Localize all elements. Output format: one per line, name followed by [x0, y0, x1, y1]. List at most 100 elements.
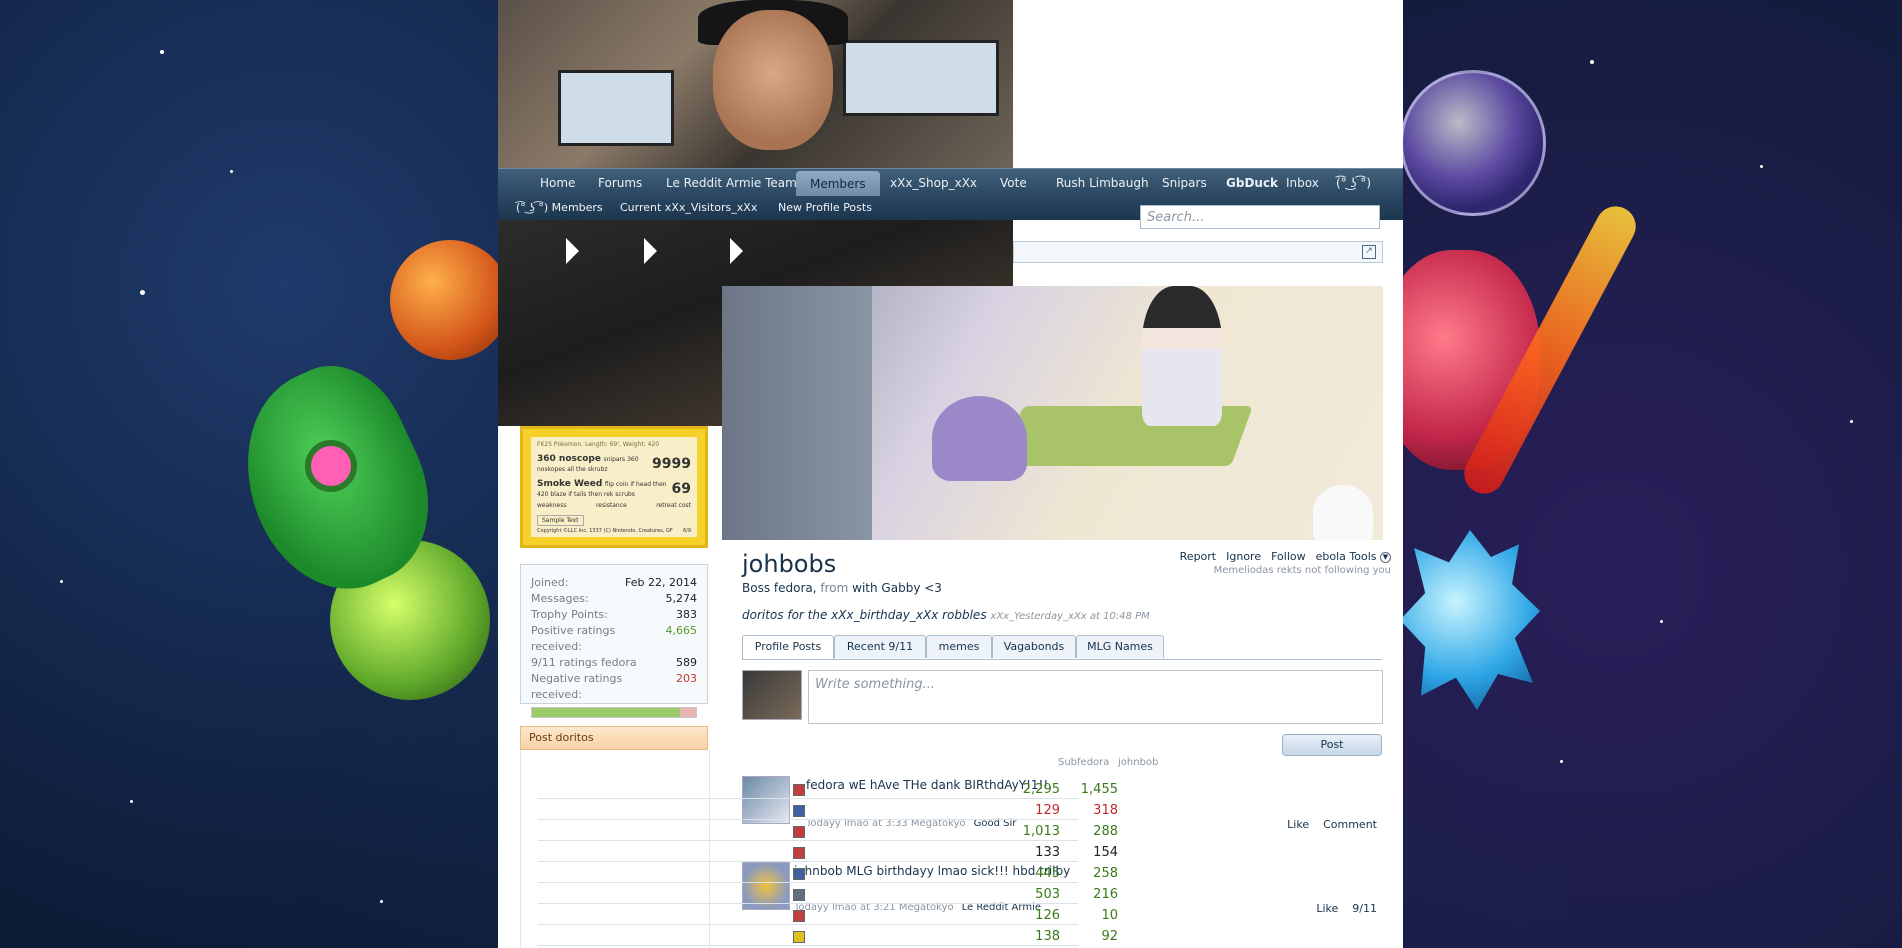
stat-row: Joined: Feb 22, 2014	[531, 575, 697, 591]
write-something-input[interactable]: Write something...	[808, 670, 1383, 724]
overlay-row-line	[538, 819, 1078, 820]
tab-recent-911[interactable]: Recent 9/11	[834, 635, 926, 658]
rating-bar-fill	[532, 708, 680, 717]
tools-menu[interactable]: ebola Tools ▼	[1316, 550, 1391, 563]
post-author[interactable]: fedora	[806, 778, 845, 792]
member-stats: Joined: Feb 22, 2014 Messages: 5,274 Troph…	[520, 564, 708, 718]
nav-home[interactable]: Home	[540, 169, 575, 197]
monitor	[558, 70, 674, 146]
star	[160, 50, 164, 54]
nav-shop[interactable]: xXx_Shop_xXx	[890, 169, 977, 197]
overlay-value-b: 216	[1093, 887, 1118, 902]
profile-title: Boss fedora	[742, 581, 813, 595]
subnav-members[interactable]: (͡° ͜ʖ ͡°) Members	[516, 196, 603, 220]
card-attack-row: Smoke Weed flip coin if head then 420 bl…	[537, 479, 691, 498]
stat-value[interactable]: 5,274	[666, 591, 698, 607]
mini-avatar[interactable]	[793, 910, 805, 922]
star	[230, 170, 233, 173]
status-time[interactable]: xXx_Yesterday_xXx at 10:48 PM	[990, 611, 1149, 622]
stat-label: Negative ratings received:	[531, 672, 623, 701]
person-face	[713, 10, 833, 150]
compose-box: Write something...	[742, 670, 1383, 724]
search-input[interactable]: Search...	[1140, 205, 1380, 229]
card-attack-name: 360 noscope	[537, 454, 601, 464]
site-container: Home Forums Le Reddit Armie Team Members…	[498, 0, 1403, 948]
info-strip: ↗	[1013, 241, 1383, 263]
overlay-value-b: 1,455	[1080, 782, 1118, 797]
stat-value[interactable]: 383	[676, 607, 697, 623]
overlay-row-line	[538, 882, 1078, 883]
card-copyright: Copyright ©LLC Inc. 1337 (C) Nintendo, C…	[537, 528, 673, 534]
expand-icon[interactable]: ↗	[1362, 245, 1376, 259]
sidebar-body	[520, 750, 710, 948]
tab-vagabonds[interactable]: Vagabonds	[992, 635, 1076, 658]
comment-button[interactable]: Comment	[1323, 818, 1377, 831]
follow-link[interactable]: Follow	[1271, 550, 1306, 563]
card-weakness: weakness	[537, 502, 567, 509]
overlay-row-line	[538, 798, 1078, 799]
mini-avatar[interactable]	[793, 784, 805, 796]
overlay-value-a: 503	[1035, 887, 1060, 902]
profile-post: johnbob MLG birthdayy lmao sick!!! hbd t…	[742, 862, 1383, 922]
stat-value: 589	[676, 656, 697, 669]
profile-status: doritos for the xXx_birthday_xXx robbles…	[742, 608, 1150, 622]
911-button[interactable]: 9/11	[1352, 902, 1377, 915]
avatar[interactable]	[742, 776, 790, 824]
overlay-value-a: 1,013	[1022, 824, 1060, 839]
star	[1560, 760, 1563, 763]
tab-memes[interactable]: memes	[926, 635, 992, 658]
profile-post: fedora wE hAve THe dank BIRthdAyY!1!! To…	[742, 776, 1383, 834]
overlay-value-b: 288	[1093, 824, 1118, 839]
overlay-row-line	[538, 840, 1078, 841]
overlay-row-line	[538, 861, 1078, 862]
status-text: doritos for the xXx_birthday_xXx robbles	[742, 608, 987, 622]
nav-snipars[interactable]: Snipars	[1162, 169, 1207, 197]
main-navbar: Home Forums Le Reddit Armie Team Members…	[498, 168, 1403, 197]
overlay-col-head: Subfedora	[1058, 757, 1110, 768]
ignore-link[interactable]: Ignore	[1226, 550, 1261, 563]
star	[1850, 420, 1853, 423]
post-actions: Like Comment	[1287, 818, 1377, 831]
star	[380, 900, 383, 903]
mini-avatar[interactable]	[793, 868, 805, 880]
profile-location[interactable]: with Gabby <3	[852, 581, 942, 595]
nav-members[interactable]: Members	[796, 171, 880, 197]
post-button[interactable]: Post	[1282, 734, 1382, 756]
nav-gbduck[interactable]: GbDuck	[1226, 169, 1278, 197]
like-button[interactable]: Like	[1287, 818, 1309, 831]
tab-profile-posts[interactable]: Profile Posts	[742, 635, 834, 659]
profile-from-label: from	[820, 581, 849, 595]
nav-vote[interactable]: Vote	[1000, 169, 1027, 197]
nav-lenny[interactable]: (͡° ͜ʖ ͡°)	[1336, 169, 1371, 197]
mini-avatar[interactable]	[793, 847, 805, 859]
nav-inbox[interactable]: Inbox	[1286, 169, 1319, 197]
report-link[interactable]: Report	[1180, 550, 1216, 563]
tab-mlg-names[interactable]: MLG Names	[1076, 635, 1164, 658]
tools-label: ebola Tools	[1315, 550, 1377, 563]
header-photo	[498, 0, 1013, 168]
star	[1760, 165, 1763, 168]
star	[1660, 620, 1663, 623]
subnav-new-profile-posts[interactable]: New Profile Posts	[778, 196, 872, 220]
like-button[interactable]: Like	[1316, 902, 1338, 915]
mini-avatar[interactable]	[793, 826, 805, 838]
overlay-row-line	[538, 924, 1078, 925]
blue-crystal-planet	[1400, 530, 1540, 710]
astronaut-helmet	[1400, 70, 1546, 216]
subnav-current-visitors[interactable]: Current xXx_Visitors_xXx	[620, 196, 757, 220]
card-attack-name: Smoke Weed	[537, 479, 603, 489]
overlay-value-a: 133	[1035, 845, 1060, 860]
mini-avatar[interactable]	[793, 931, 805, 943]
nav-team[interactable]: Le Reddit Armie Team	[666, 169, 797, 197]
nav-forums[interactable]: Forums	[598, 169, 642, 197]
follow-note: Memeliodas rekts not following you	[1213, 565, 1391, 576]
mini-avatar[interactable]	[793, 805, 805, 817]
stat-row: Positive ratings received: 4,665	[531, 623, 697, 655]
alien-eye	[305, 440, 357, 492]
pokemon-card-avatar: FK25 Pokemon. Length: 69', Weight: 420 3…	[520, 426, 708, 548]
mini-avatar[interactable]	[793, 889, 805, 901]
overlay-value-b: 258	[1093, 866, 1118, 881]
nav-rush-limbaugh[interactable]: Rush Limbaugh	[1056, 169, 1149, 197]
overlay-col-head: johnbob	[1118, 757, 1159, 768]
star	[1590, 60, 1594, 64]
